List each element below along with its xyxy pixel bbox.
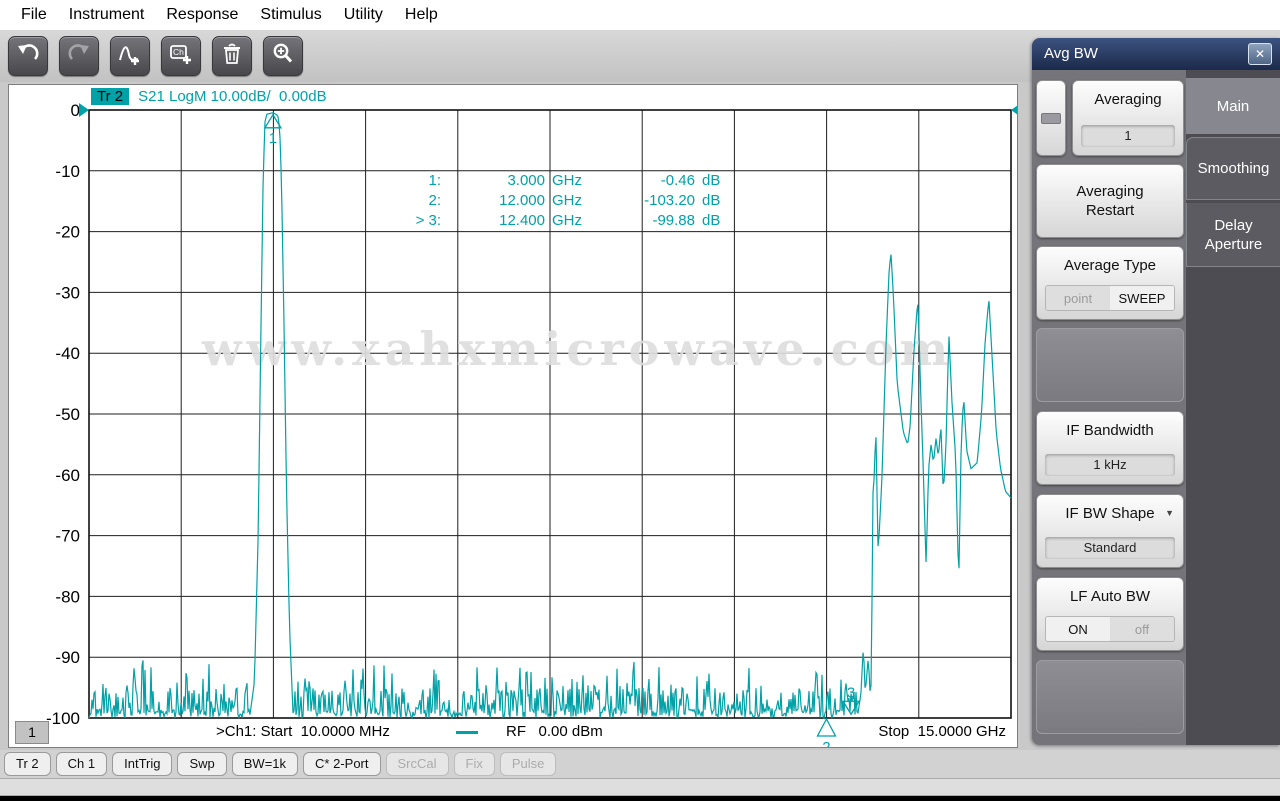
- statusbar-bw[interactable]: BW=1k: [231, 752, 299, 776]
- marker2-value-unit: dB: [702, 192, 721, 209]
- trace-format-label: S21 LogM 10.00dB/ 0.00dB: [138, 88, 327, 105]
- marker2-freq-unit: GHz: [552, 192, 582, 209]
- panel-body: Main Smoothing Delay Aperture Averaging …: [1032, 70, 1280, 745]
- if-bandwidth-button[interactable]: IF Bandwidth 1 kHz: [1036, 411, 1184, 485]
- marker2-freq: 12.000: [499, 192, 545, 209]
- panel-title-bar: Avg BW ✕: [1032, 38, 1280, 70]
- marker-readout: 1: 3.000 GHz -0.46 dB 2: 12.000 GHz -103…: [401, 171, 725, 231]
- if-bw-shape-value[interactable]: Standard: [1045, 537, 1175, 559]
- marker1-freq: 3.000: [507, 172, 545, 189]
- statusbar-tr2[interactable]: Tr 2: [4, 752, 51, 776]
- lf-auto-bw-segmented: ON off: [1045, 616, 1175, 642]
- marker3-freq-unit: GHz: [552, 212, 582, 229]
- menu-instrument[interactable]: Instrument: [58, 3, 156, 27]
- marker1-value-unit: dB: [702, 172, 721, 189]
- average-type-point-option[interactable]: point: [1046, 286, 1110, 310]
- redo-icon: [67, 42, 91, 71]
- close-icon[interactable]: ✕: [1248, 43, 1272, 65]
- averaging-restart-button[interactable]: Averaging Restart: [1036, 164, 1184, 238]
- averaging-label: Averaging: [1094, 91, 1162, 108]
- menu-bar: File Instrument Response Stimulus Utilit…: [0, 0, 1280, 30]
- if-bandwidth-label: IF Bandwidth: [1066, 422, 1154, 439]
- trace-header: Tr 2 S21 LogM 10.00dB/ 0.00dB: [91, 88, 327, 105]
- statusbar-inttrig[interactable]: IntTrig: [112, 752, 173, 776]
- if-bandwidth-value[interactable]: 1 kHz: [1045, 454, 1175, 476]
- average-type-segmented: point SWEEP: [1045, 285, 1175, 311]
- svg-text:Ch: Ch: [173, 47, 184, 57]
- status-tab-bar: Tr 2 Ch 1 IntTrig Swp BW=1k C* 2-Port Sr…: [0, 750, 1280, 778]
- menu-file[interactable]: File: [10, 3, 58, 27]
- avg-bw-panel: Avg BW ✕ Main Smoothing Delay Aperture A…: [1032, 38, 1280, 745]
- trace-color-dash: [456, 731, 478, 734]
- tab-main[interactable]: Main: [1186, 78, 1280, 134]
- marker3-freq: 12.400: [499, 212, 545, 229]
- statusbar-cal-2port[interactable]: C* 2-Port: [303, 752, 381, 776]
- trash-icon: [220, 42, 244, 71]
- marker2-value: -103.20: [644, 192, 695, 209]
- rf-power-label: RF 0.00 dBm: [506, 723, 603, 740]
- ref-level-arrow-left: [79, 103, 89, 117]
- marker1-value: -0.46: [660, 172, 695, 189]
- trace-badge[interactable]: Tr 2: [91, 88, 130, 105]
- average-type-label: Average Type: [1063, 257, 1156, 274]
- add-channel-button[interactable]: Ch: [161, 36, 201, 76]
- chevron-down-icon: ▼: [1165, 508, 1174, 518]
- marker2-index: 2:: [428, 192, 441, 209]
- add-trace-icon: [118, 42, 142, 71]
- blank-softkey-1: [1036, 328, 1184, 402]
- averaging-value[interactable]: 1: [1081, 125, 1175, 147]
- statusbar-pulse: Pulse: [499, 752, 557, 776]
- marker3-value: -99.88: [652, 212, 695, 229]
- marker1-freq-unit: GHz: [552, 172, 582, 189]
- statusbar-ch1[interactable]: Ch 1: [55, 752, 108, 776]
- zoom-in-icon: [271, 42, 295, 71]
- message-strip: [0, 778, 1280, 796]
- channel-number-badge[interactable]: 1: [15, 721, 49, 744]
- start-frequency-label: >Ch1: Start 10.0000 MHz: [216, 723, 390, 740]
- bottom-edge: [0, 796, 1280, 801]
- statusbar-srccal: SrcCal: [385, 752, 449, 776]
- lf-auto-bw-button[interactable]: LF Auto BW ON off: [1036, 577, 1184, 651]
- zoom-button[interactable]: [263, 36, 303, 76]
- average-type-button[interactable]: Average Type point SWEEP: [1036, 246, 1184, 320]
- marker3-value-unit: dB: [702, 212, 721, 229]
- average-type-sweep-option[interactable]: SWEEP: [1110, 286, 1174, 310]
- if-bw-shape-label: IF BW Shape: [1065, 505, 1155, 522]
- lf-auto-bw-label: LF Auto BW: [1069, 588, 1151, 605]
- undo-icon: [16, 42, 40, 71]
- lf-auto-bw-off-option[interactable]: off: [1110, 617, 1174, 641]
- marker1-index: 1:: [428, 172, 441, 189]
- averaging-toggle-indicator: [1041, 112, 1061, 124]
- tab-delay-aperture[interactable]: Delay Aperture: [1186, 203, 1280, 267]
- statusbar-fix: Fix: [453, 752, 495, 776]
- panel-title: Avg BW: [1044, 45, 1098, 62]
- marker3-index: > 3:: [415, 212, 441, 229]
- channel-status-line: 1 >Ch1: Start 10.0000 MHz RF 0.00 dBm St…: [9, 721, 1017, 747]
- undo-button[interactable]: [8, 36, 48, 76]
- redo-button[interactable]: [59, 36, 99, 76]
- if-bw-shape-button[interactable]: IF BW Shape ▼ Standard: [1036, 494, 1184, 568]
- marker-1-label: 1: [269, 130, 277, 147]
- blank-softkey-2: [1036, 660, 1184, 734]
- tab-smoothing[interactable]: Smoothing: [1186, 137, 1280, 200]
- add-channel-icon: Ch: [169, 42, 193, 71]
- marker-3-label: 3: [847, 684, 855, 701]
- ref-level-arrow-right: [1011, 105, 1017, 115]
- delete-button[interactable]: [212, 36, 252, 76]
- averaging-toggle[interactable]: [1036, 80, 1066, 156]
- menu-help[interactable]: Help: [394, 3, 449, 27]
- averaging-restart-label: Averaging Restart: [1076, 183, 1144, 219]
- lf-auto-bw-on-option[interactable]: ON: [1046, 617, 1110, 641]
- add-trace-button[interactable]: [110, 36, 150, 76]
- averaging-button[interactable]: Averaging 1: [1072, 80, 1184, 156]
- statusbar-swp[interactable]: Swp: [177, 752, 227, 776]
- plot-container: 0-10-20-30-40-50-60-70-80-90-100 123 Tr …: [8, 84, 1018, 748]
- menu-response[interactable]: Response: [155, 3, 249, 27]
- menu-stimulus[interactable]: Stimulus: [249, 3, 332, 27]
- menu-utility[interactable]: Utility: [333, 3, 394, 27]
- stop-frequency-label: Stop 15.0000 GHz: [878, 723, 1006, 740]
